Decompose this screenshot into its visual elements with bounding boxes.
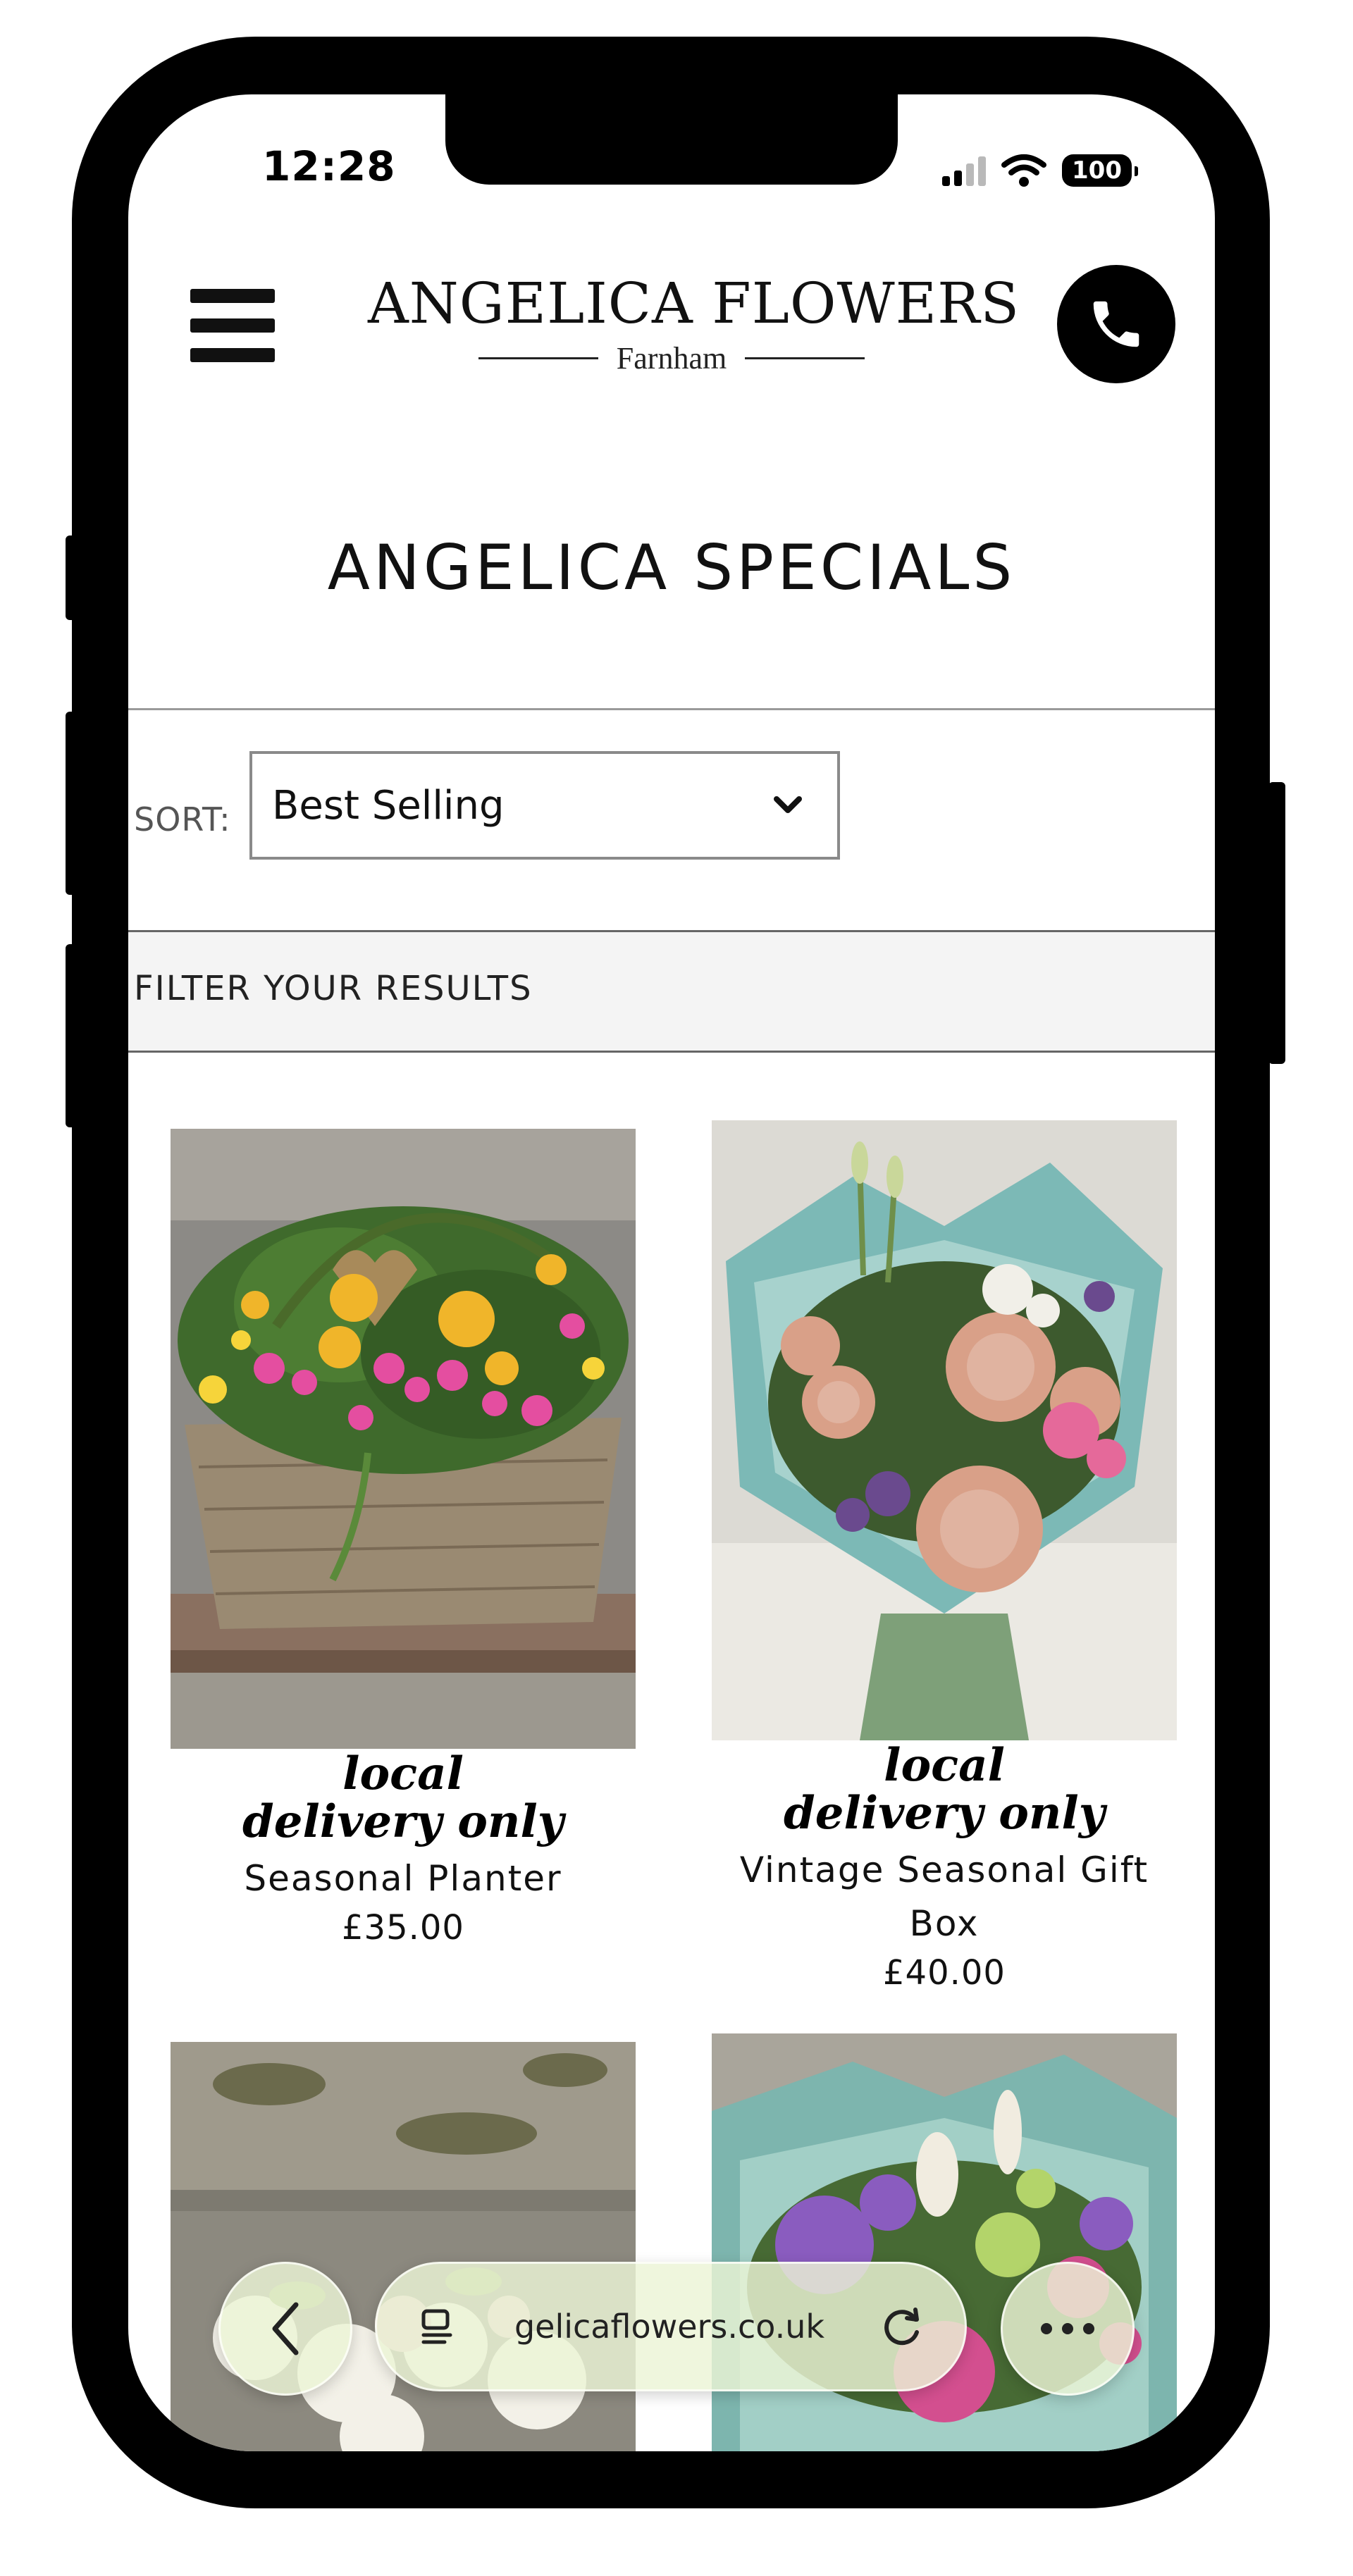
back-button[interactable] — [218, 2262, 352, 2396]
screen: 12:28 100 ANGELICA FLOWERS Farnham ANGEL… — [128, 94, 1215, 2451]
local-delivery-badge: local delivery only — [242, 1747, 564, 1848]
battery-indicator: 100 — [1062, 154, 1138, 187]
product-image[interactable] — [712, 1120, 1177, 1740]
sort-label: SORT: — [134, 800, 231, 838]
filter-label: FILTER YOUR RESULTS — [134, 969, 533, 1008]
phone-button[interactable] — [1057, 265, 1175, 383]
product-name[interactable]: Seasonal Planter — [171, 1852, 636, 1905]
site-logo[interactable]: ANGELICA FLOWERS Farnham — [368, 271, 1020, 376]
more-button[interactable] — [1001, 2262, 1135, 2396]
side-button — [66, 944, 82, 1127]
local-delivery-badge: local delivery only — [784, 1739, 1105, 1840]
product-card[interactable]: local delivery only Vintage Seasonal Gift… — [712, 1120, 1177, 1995]
address-bar[interactable]: gelicaflowers.co.uk — [375, 2262, 967, 2391]
filter-toggle[interactable]: FILTER YOUR RESULTS — [128, 932, 1215, 1053]
side-button — [66, 535, 82, 620]
page-menu-icon[interactable] — [416, 2305, 459, 2348]
sort-selected-value: Best Selling — [272, 782, 505, 829]
logo-location: Farnham — [616, 341, 727, 376]
notch — [445, 94, 898, 185]
product-card[interactable]: local delivery only Seasonal Planter £35.… — [171, 1129, 636, 1950]
page-title: ANGELICA SPECIALS — [327, 531, 1016, 604]
logo-name: ANGELICA FLOWERS — [368, 271, 1020, 336]
side-button — [66, 712, 82, 895]
phone-icon — [1093, 301, 1139, 347]
divider — [128, 708, 1215, 710]
sort-select[interactable]: Best Selling — [249, 751, 840, 860]
product-image[interactable] — [171, 1129, 636, 1749]
hamburger-icon[interactable] — [190, 289, 275, 378]
url-text[interactable]: gelicaflowers.co.uk — [514, 2308, 824, 2346]
chevron-down-icon — [774, 796, 802, 813]
more-dots-icon — [1041, 2323, 1094, 2334]
wifi-icon — [1001, 154, 1047, 187]
reload-icon[interactable] — [880, 2304, 925, 2349]
side-button — [1268, 782, 1285, 1064]
product-price: £40.00 — [883, 1953, 1006, 1993]
status-time: 12:28 — [262, 142, 396, 190]
signal-icon — [942, 155, 987, 186]
product-name[interactable]: Vintage Seasonal Gift Box — [712, 1843, 1177, 1950]
product-price: £35.00 — [342, 1908, 464, 1948]
status-icons: 100 — [942, 154, 1138, 187]
chevron-left-icon — [272, 2302, 299, 2355]
